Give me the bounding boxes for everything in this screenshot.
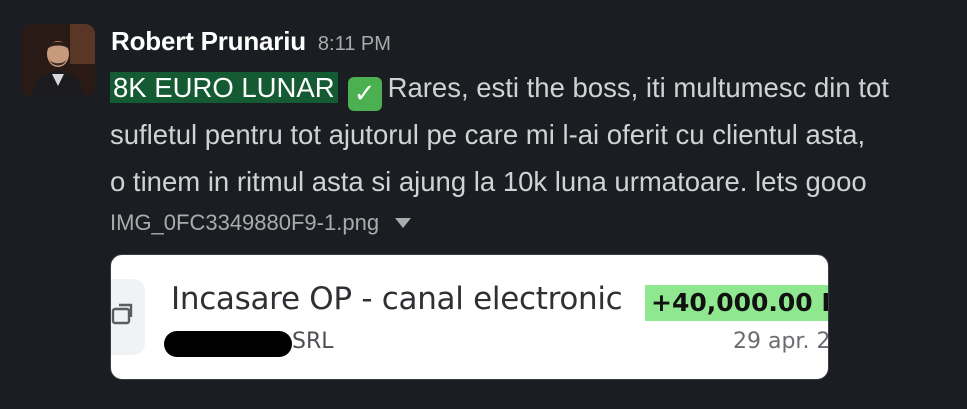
transfer-icon xyxy=(111,303,133,325)
message-header: Robert Prunariu 8:11 PM xyxy=(111,26,391,60)
message-line-2: sufletul pentru tot ajutorul pe care mi … xyxy=(110,119,866,150)
message-line-3: o tinem in ritmul asta si ajung la 10k l… xyxy=(110,166,867,197)
message-timestamp[interactable]: 8:11 PM xyxy=(318,33,391,56)
chevron-down-icon[interactable] xyxy=(395,218,412,228)
avatar-photo xyxy=(22,24,95,97)
message-text-1: Rares, esti the boss, iti multumesc din … xyxy=(387,72,889,103)
check-mark-icon: ✓ xyxy=(347,77,382,111)
attachment-file-name[interactable]: IMG_0FC3349880F9-1.png xyxy=(110,210,379,236)
chat-message: Robert Prunariu 8:11 PM 8K EURO LUNAR ✓ Ra… xyxy=(0,0,967,409)
transaction-title: Incasare OP - canal electronic xyxy=(171,281,623,317)
image-preview[interactable]: Incasare OP - canal electronic +40,000.0… xyxy=(110,254,829,380)
attachment-header: IMG_0FC3349880F9-1.png xyxy=(110,207,412,239)
sender-name[interactable]: Robert Prunariu xyxy=(111,26,306,57)
highlighted-text: 8K EURO LUNAR xyxy=(110,72,338,103)
transaction-date: 29 apr. 2 xyxy=(733,329,829,354)
avatar[interactable] xyxy=(22,24,95,97)
message-line-1: 8K EURO LUNAR ✓ Rares, esti the boss, iti … xyxy=(110,64,960,111)
message-body: 8K EURO LUNAR ✓ Rares, esti the boss, iti … xyxy=(110,64,960,205)
transaction-amount: +40,000.00 R xyxy=(645,285,828,321)
company-suffix: SRL xyxy=(292,329,334,354)
redacted-name xyxy=(164,331,292,357)
